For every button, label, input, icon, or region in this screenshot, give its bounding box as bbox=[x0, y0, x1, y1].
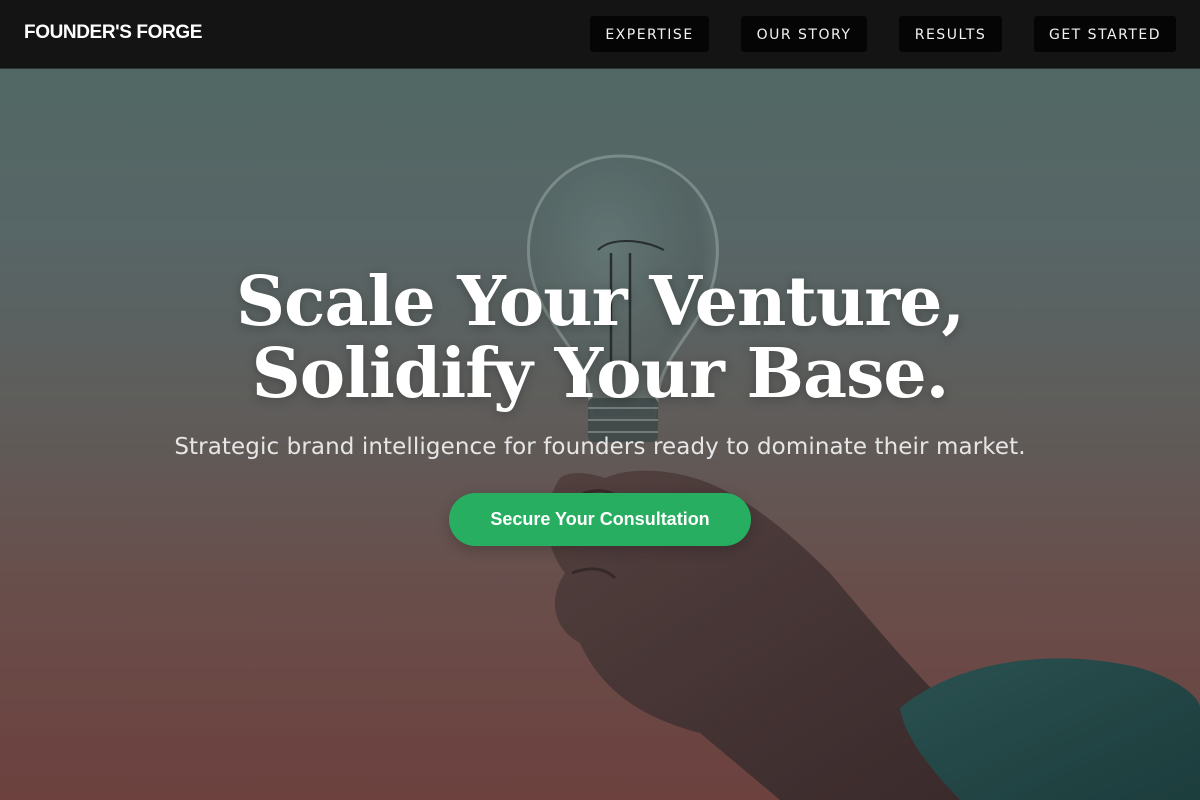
hero-headline-line-1: Scale Your Venture, bbox=[235, 262, 965, 342]
hero-section: Scale Your Venture, Solidify Your Base. … bbox=[0, 68, 1200, 800]
hero-headline: Scale Your Venture, Solidify Your Base. bbox=[0, 266, 1200, 410]
hero-subheadline: Strategic brand intelligence for founder… bbox=[174, 434, 1026, 460]
nav-item-expertise[interactable]: EXPERTISE bbox=[590, 16, 709, 52]
top-navigation-bar: FOUNDER'S FORGE EXPERTISE OUR STORY RESU… bbox=[0, 0, 1200, 68]
brand-logo[interactable]: FOUNDER'S FORGE bbox=[24, 22, 202, 44]
nav-item-get-started[interactable]: GET STARTED bbox=[1034, 16, 1176, 52]
secure-consultation-button[interactable]: Secure Your Consultation bbox=[449, 493, 751, 546]
hero-headline-line-2: Solidify Your Base. bbox=[251, 334, 950, 414]
nav-item-results[interactable]: RESULTS bbox=[899, 16, 1002, 52]
nav-item-our-story[interactable]: OUR STORY bbox=[741, 16, 867, 52]
